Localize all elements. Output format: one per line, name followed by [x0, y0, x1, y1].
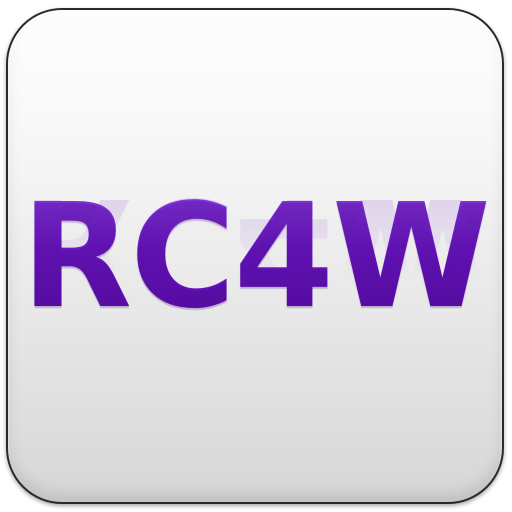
- logo-text: RC4W: [8, 184, 502, 328]
- app-icon[interactable]: RC4W RC4W: [6, 8, 504, 504]
- app-icon-canvas: RC4W RC4W: [0, 0, 512, 512]
